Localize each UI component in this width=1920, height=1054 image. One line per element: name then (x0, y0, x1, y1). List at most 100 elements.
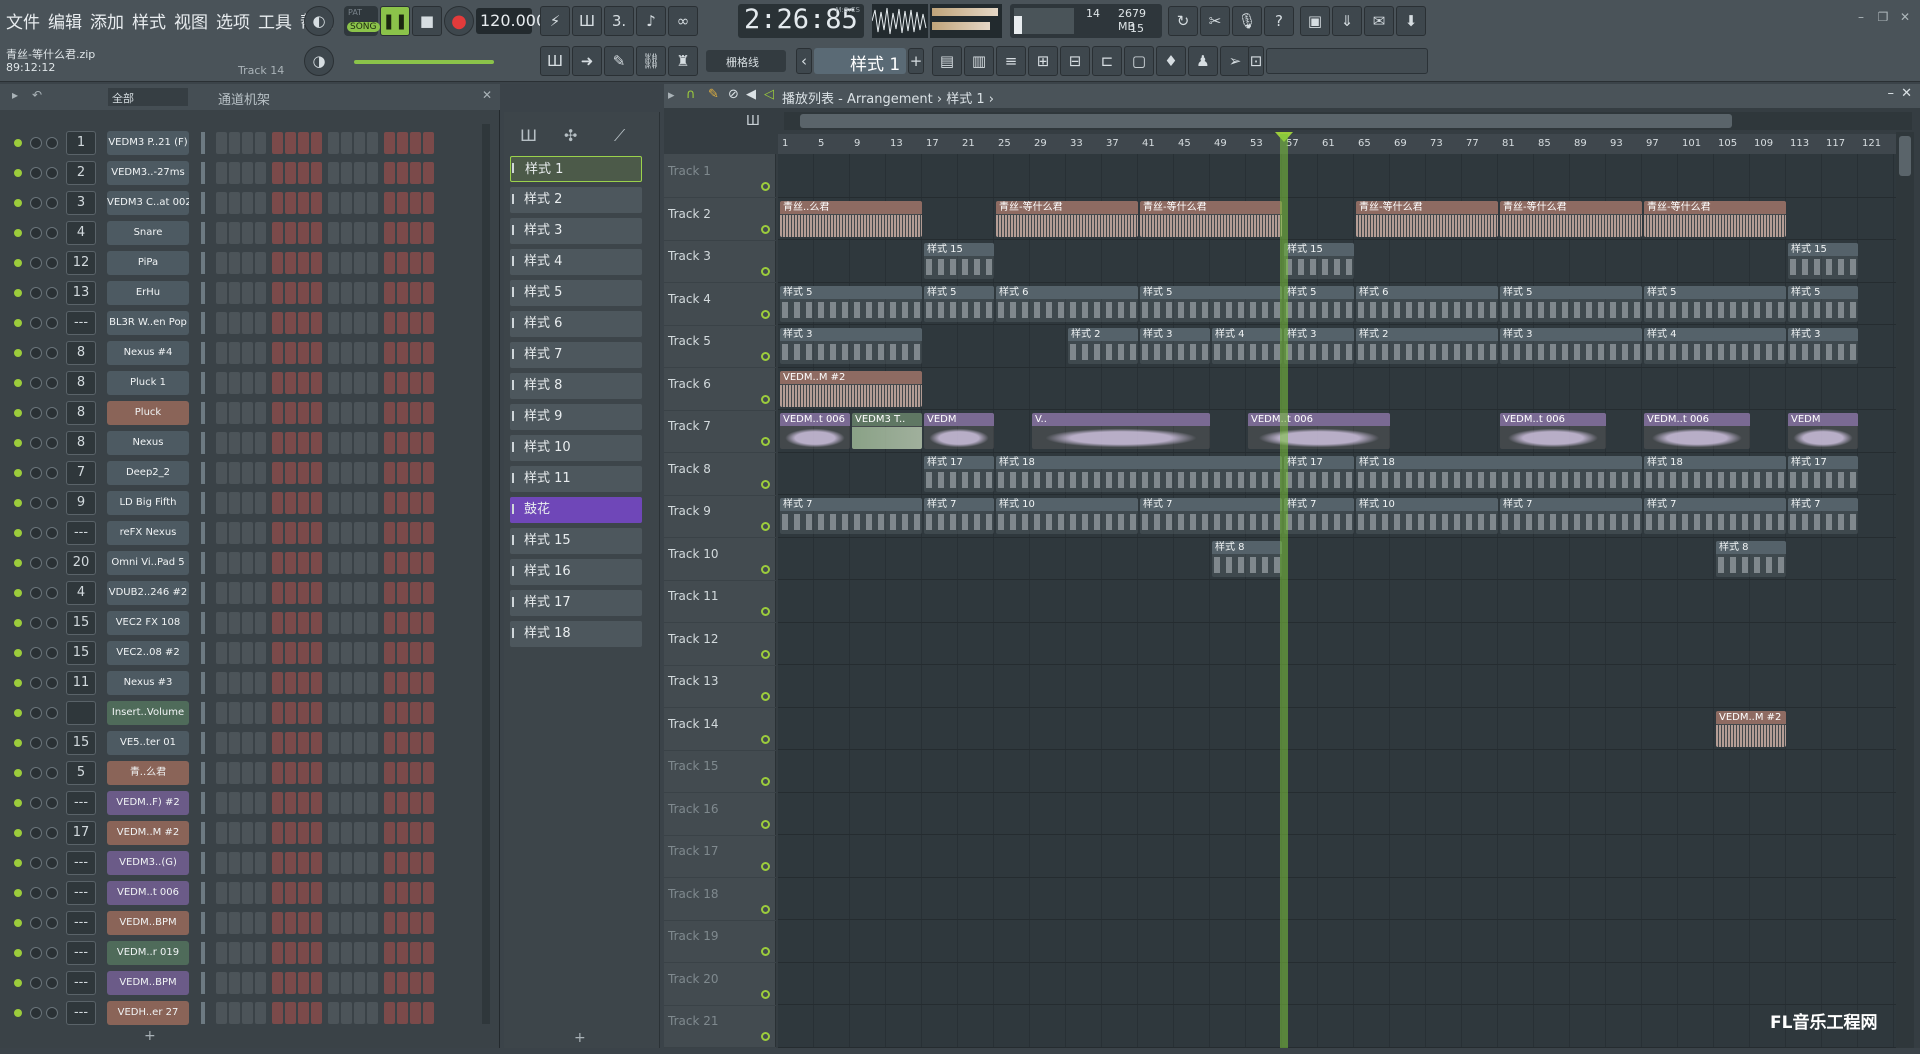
step-button[interactable] (216, 612, 227, 634)
channel-pan-knob[interactable] (30, 587, 42, 599)
channel-row[interactable]: Insert..Volume (8, 698, 484, 728)
step-button[interactable] (384, 312, 395, 334)
step-button[interactable] (367, 432, 378, 454)
channel-row[interactable]: 8 Pluck (8, 398, 484, 428)
channel-volume-knob[interactable] (46, 347, 58, 359)
export-icon[interactable]: ⇓ (1332, 6, 1362, 36)
step-button[interactable] (311, 462, 322, 484)
channel-volume-knob[interactable] (46, 647, 58, 659)
playlist-close-icon[interactable]: ✕ (1901, 86, 1912, 101)
step-button[interactable] (216, 642, 227, 664)
channel-pan-knob[interactable] (30, 227, 42, 239)
step-button[interactable] (397, 882, 408, 904)
step-button[interactable] (255, 492, 266, 514)
step-button[interactable] (272, 642, 283, 664)
channel-select-indicator[interactable] (201, 252, 205, 274)
playlist-clip[interactable]: VEDM (924, 413, 994, 449)
step-button[interactable] (242, 942, 253, 964)
channel-select-indicator[interactable] (201, 672, 205, 694)
step-button[interactable] (311, 432, 322, 454)
track-mute-led[interactable] (761, 224, 770, 234)
step-button[interactable] (272, 222, 283, 244)
step-button[interactable] (341, 282, 352, 304)
playlist-clip[interactable]: 样式 6 (1356, 285, 1498, 322)
channel-pan-knob[interactable] (30, 647, 42, 659)
playlist-clip[interactable]: 样式 3 (1284, 328, 1354, 364)
step-button[interactable] (397, 492, 408, 514)
channel-select-indicator[interactable] (201, 702, 205, 724)
step-button[interactable] (311, 642, 322, 664)
step-button[interactable] (341, 552, 352, 574)
pattern-label[interactable]: 样式 18 (510, 621, 642, 647)
channel-row[interactable]: 15 VE5..ter 01 (8, 728, 484, 758)
step-button[interactable] (229, 462, 240, 484)
step-button[interactable] (242, 552, 253, 574)
playlist-clip[interactable]: VEDM..t 006 (1644, 413, 1750, 449)
channel-name-button[interactable]: VEDM3 C..at 002 (107, 191, 189, 215)
step-button[interactable] (242, 462, 253, 484)
step-button[interactable] (272, 522, 283, 544)
step-button[interactable] (367, 132, 378, 154)
step-button[interactable] (272, 432, 283, 454)
step-button[interactable] (384, 342, 395, 364)
step-button[interactable] (384, 582, 395, 604)
channel-row[interactable]: 12 PiPa (8, 248, 484, 278)
step-button[interactable] (216, 492, 227, 514)
step-button[interactable] (242, 252, 253, 274)
step-button[interactable] (285, 702, 296, 724)
track-header[interactable]: Track 8 (664, 452, 776, 496)
step-sequencer-icon[interactable]: ⊞ (1028, 46, 1058, 76)
channel-volume-knob[interactable] (46, 677, 58, 689)
metronome-icon[interactable]: ⚡ (540, 6, 570, 36)
channel-mute-led[interactable] (14, 769, 22, 777)
step-button[interactable] (341, 432, 352, 454)
track-mute-led[interactable] (761, 479, 770, 489)
channel-row[interactable]: 8 Nexus (8, 428, 484, 458)
step-button[interactable] (354, 552, 365, 574)
step-button[interactable] (328, 252, 339, 274)
step-button[interactable] (384, 762, 395, 784)
channel-pan-knob[interactable] (30, 617, 42, 629)
step-button[interactable] (216, 222, 227, 244)
channel-name-button[interactable]: VEDM3..-27ms (107, 161, 189, 185)
step-button[interactable] (242, 1002, 253, 1024)
step-button[interactable] (242, 972, 253, 994)
channel-volume-knob[interactable] (46, 167, 58, 179)
step-button[interactable] (229, 822, 240, 844)
playlist-clip[interactable]: 样式 15 (924, 243, 994, 279)
step-button[interactable] (410, 972, 421, 994)
step-button[interactable] (285, 552, 296, 574)
channel-volume-knob[interactable] (46, 737, 58, 749)
track-mute-led[interactable] (761, 734, 770, 744)
track-mute-led[interactable] (761, 862, 770, 871)
step-button[interactable] (423, 462, 434, 484)
step-button[interactable] (298, 792, 309, 814)
channel-mute-led[interactable] (14, 829, 22, 837)
channel-row[interactable]: 13 ErHu (8, 278, 484, 308)
track-header[interactable]: Track 16 (664, 792, 776, 836)
step-button[interactable] (311, 582, 322, 604)
channel-select-indicator[interactable] (201, 822, 205, 844)
step-button[interactable] (367, 162, 378, 184)
step-button[interactable] (341, 132, 352, 154)
step-button[interactable] (285, 612, 296, 634)
step-button[interactable] (298, 882, 309, 904)
channel-volume-knob[interactable] (46, 137, 58, 149)
step-button[interactable] (242, 702, 253, 724)
channel-mute-led[interactable] (14, 619, 22, 627)
channel-volume-knob[interactable] (46, 257, 58, 269)
step-button[interactable] (354, 132, 365, 154)
channel-row[interactable]: 5 青..么君 (8, 758, 484, 788)
channel-name-button[interactable]: VEDM..M #2 (107, 821, 189, 845)
step-button[interactable] (242, 372, 253, 394)
channel-pan-knob[interactable] (30, 857, 42, 869)
step-button[interactable] (272, 852, 283, 874)
step-button[interactable] (255, 642, 266, 664)
pause-button[interactable]: ❚❚ (380, 6, 410, 36)
step-button[interactable] (384, 912, 395, 934)
step-button[interactable] (423, 282, 434, 304)
stop-button[interactable]: ■ (412, 6, 442, 36)
track-header[interactable]: Track 1 (664, 154, 776, 198)
step-button[interactable] (367, 672, 378, 694)
channel-select-indicator[interactable] (201, 582, 205, 604)
